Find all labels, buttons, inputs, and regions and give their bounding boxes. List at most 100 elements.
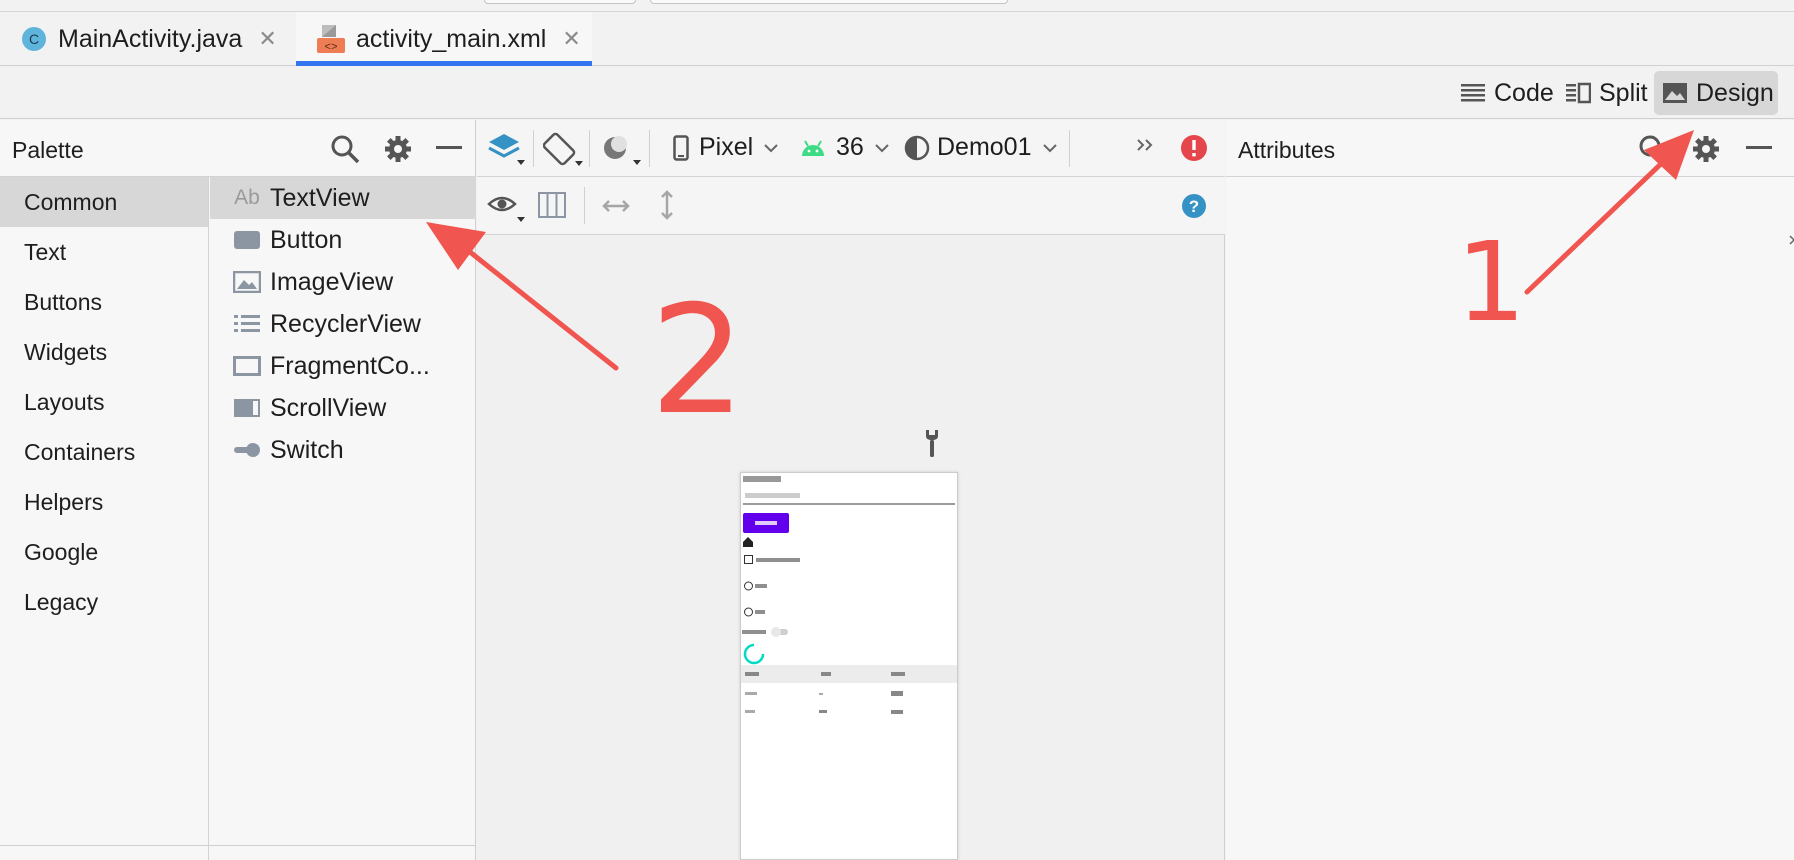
android-icon	[800, 138, 826, 158]
layers-icon[interactable]	[487, 132, 525, 166]
component-imageview[interactable]: ImageView	[210, 261, 476, 303]
palette-header: Palette	[0, 120, 476, 177]
chevron-down-icon	[1042, 143, 1058, 153]
search-icon[interactable]	[330, 134, 360, 164]
palette-panel: Palette Common Text Buttons Widgets Layo…	[0, 120, 476, 860]
mode-label: Split	[1599, 78, 1648, 107]
device-preview[interactable]	[740, 472, 958, 860]
button-icon	[232, 230, 262, 250]
palette-categories: Common Text Buttons Widgets Layouts Cont…	[0, 177, 209, 860]
toolbar-separator	[1069, 130, 1070, 167]
component-label: Button	[270, 225, 343, 254]
vertical-resize-icon[interactable]	[659, 189, 675, 221]
component-scrollview[interactable]: ScrollView	[210, 387, 476, 429]
component-label: FragmentCo...	[270, 351, 430, 380]
svg-text:C: C	[29, 31, 39, 47]
attributes-panel: Attributes	[1226, 120, 1794, 860]
device-label: Pixel	[699, 133, 754, 161]
component-label: RecyclerView	[270, 309, 421, 338]
preview-table-row	[741, 685, 957, 703]
tab-main-activity[interactable]: C MainActivity.java ✕	[0, 12, 296, 66]
chevron-down-icon	[874, 143, 890, 153]
blueprint-columns-icon[interactable]	[537, 191, 567, 219]
component-textview[interactable]: Ab TextView	[210, 177, 476, 219]
theme-label: Demo01	[937, 133, 1032, 161]
toolbar-separator	[584, 187, 585, 224]
search-icon[interactable]	[1638, 134, 1668, 164]
split-view-icon	[1565, 82, 1591, 104]
attributes-header: Attributes	[1226, 120, 1794, 177]
toolbar-separator	[533, 130, 534, 167]
fragment-container-icon	[232, 356, 262, 376]
chevron-down-icon	[763, 143, 779, 153]
wrench-icon[interactable]	[922, 428, 942, 458]
orientation-icon[interactable]	[543, 131, 583, 167]
device-selector[interactable]: Pixel	[673, 133, 779, 162]
theme-icon	[903, 134, 931, 162]
close-icon[interactable]: ✕	[562, 26, 580, 52]
error-indicator-icon[interactable]	[1180, 134, 1208, 162]
api-level-selector[interactable]: 36	[800, 133, 890, 162]
category-layouts[interactable]: Layouts	[0, 377, 208, 427]
gear-icon[interactable]	[383, 134, 413, 164]
overflow-chevron-icon[interactable]	[1136, 138, 1154, 152]
close-icon[interactable]: ✕	[258, 26, 276, 52]
java-class-icon: C	[20, 25, 48, 53]
mode-label: Design	[1696, 78, 1774, 107]
recyclerview-icon	[232, 313, 262, 335]
view-mode-bar: Code Split Design	[0, 67, 1794, 119]
design-surface: Pixel 36 Demo01 ?	[477, 120, 1225, 860]
category-common[interactable]: Common	[0, 177, 208, 227]
preview-radio-button	[744, 581, 774, 591]
code-mode-button[interactable]: Code	[1452, 71, 1562, 115]
category-legacy[interactable]: Legacy	[0, 577, 208, 627]
category-text[interactable]: Text	[0, 227, 208, 277]
toolbar-separator	[589, 130, 590, 167]
night-mode-icon[interactable]	[601, 132, 641, 166]
code-view-icon	[1460, 82, 1486, 104]
collapse-chevron-icon[interactable]	[1788, 234, 1794, 246]
horizontal-resize-icon[interactable]	[601, 198, 631, 214]
editor-tab-bar: C MainActivity.java ✕ <> activity_main.x…	[0, 12, 1794, 66]
category-containers[interactable]: Containers	[0, 427, 208, 477]
tab-activity-main-xml[interactable]: <> activity_main.xml ✕	[296, 12, 592, 66]
help-icon[interactable]: ?	[1181, 193, 1207, 219]
preview-edittext	[743, 489, 955, 505]
switch-icon	[232, 442, 262, 458]
category-google[interactable]: Google	[0, 527, 208, 577]
category-helpers[interactable]: Helpers	[0, 477, 208, 527]
component-button[interactable]: Button	[210, 219, 476, 261]
design-mode-button[interactable]: Design	[1654, 71, 1778, 115]
api-level-label: 36	[836, 133, 864, 161]
xml-layout-icon: <>	[316, 24, 346, 54]
component-recyclerview[interactable]: RecyclerView	[210, 303, 476, 345]
preview-button	[743, 513, 789, 533]
category-widgets[interactable]: Widgets	[0, 327, 208, 377]
preview-checkbox	[744, 555, 804, 565]
category-buttons[interactable]: Buttons	[0, 277, 208, 327]
theme-selector[interactable]: Demo01	[903, 133, 1058, 162]
component-label: TextView	[270, 183, 370, 212]
minimize-icon[interactable]	[436, 146, 462, 150]
design-toolbar-secondary: ?	[477, 177, 1225, 235]
preview-textview	[743, 474, 783, 484]
component-label: ScrollView	[270, 393, 387, 422]
tab-label: MainActivity.java	[58, 24, 243, 53]
preview-imageview	[743, 537, 753, 547]
component-label: ImageView	[270, 267, 394, 296]
view-options-eye-icon[interactable]	[487, 189, 525, 223]
design-view-icon	[1662, 82, 1688, 104]
minimize-icon[interactable]	[1746, 146, 1772, 150]
preview-switch	[742, 626, 792, 638]
svg-text:?: ?	[1189, 197, 1199, 216]
component-switch[interactable]: Switch	[210, 429, 476, 471]
component-label: Switch	[270, 435, 344, 464]
palette-components: Ab TextView Button ImageView RecyclerVie…	[210, 177, 476, 860]
palette-divider	[0, 845, 476, 846]
svg-text:<>: <>	[324, 42, 337, 54]
split-mode-button[interactable]: Split	[1557, 71, 1656, 115]
component-fragmentcontainer[interactable]: FragmentCo...	[210, 345, 476, 387]
toolbar-separator	[649, 130, 650, 167]
gear-icon[interactable]	[1691, 134, 1721, 164]
textview-icon: Ab	[234, 186, 260, 209]
